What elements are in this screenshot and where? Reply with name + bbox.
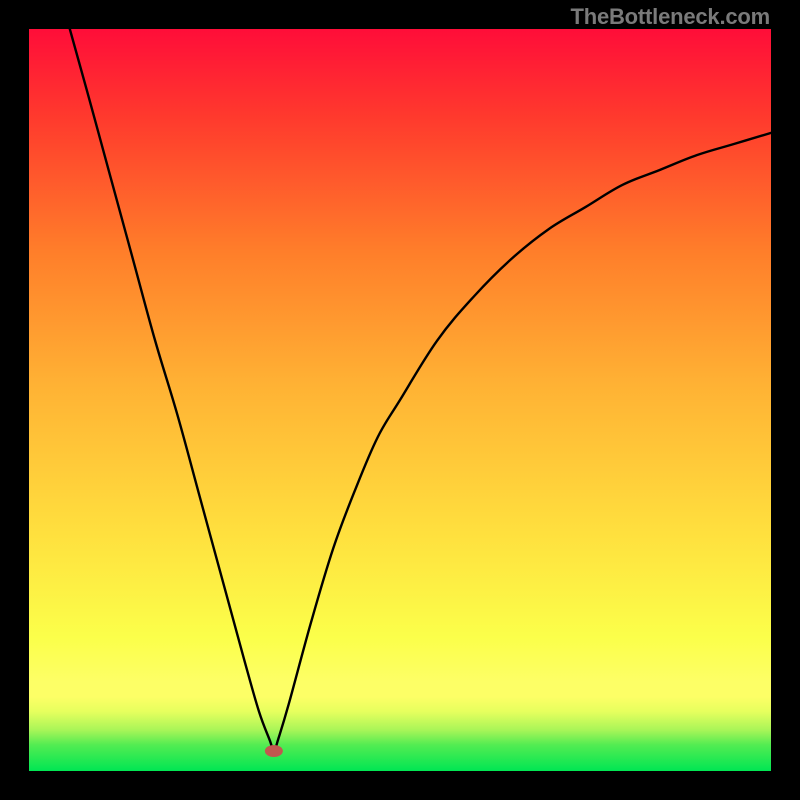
plot-area bbox=[29, 29, 771, 771]
curve-minimum-marker bbox=[265, 745, 283, 757]
chart-svg bbox=[29, 29, 771, 771]
chart-container: TheBottleneck.com bbox=[0, 0, 800, 800]
source-caption: TheBottleneck.com bbox=[570, 4, 770, 30]
